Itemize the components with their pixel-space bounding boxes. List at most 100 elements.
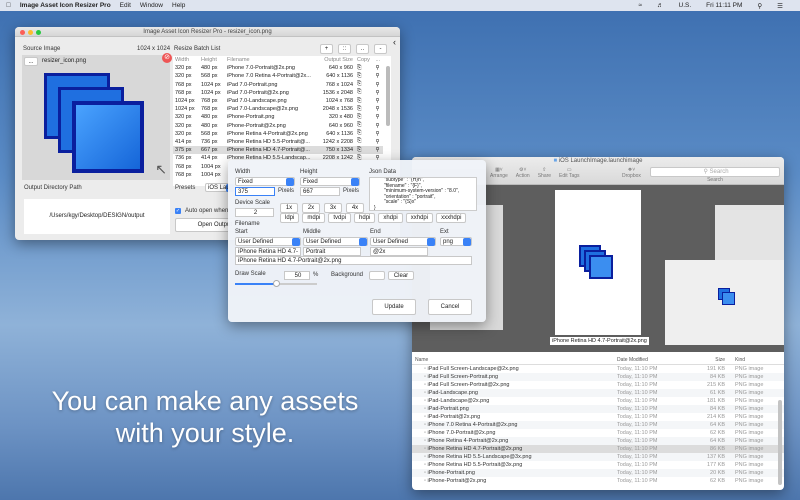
magnifier-icon[interactable]: ⚲: [374, 138, 383, 146]
magnifier-icon[interactable]: ⚲: [374, 146, 383, 154]
search-input[interactable]: ⚲ Search: [650, 167, 780, 177]
width-mode-select[interactable]: Fixed: [235, 177, 295, 186]
file-row[interactable]: ▫ iPad-Portrait.png Today, 11:10 PM 84 KB P…: [412, 405, 784, 413]
start-select[interactable]: User Defined: [235, 237, 301, 246]
mdpi-button[interactable]: mdpi: [302, 213, 326, 223]
col-height[interactable]: Height: [199, 56, 225, 64]
output-path[interactable]: /Users/kgy/Desktop/DESIGN/output: [24, 199, 170, 234]
file-row[interactable]: ▫ iPhone-Portrait@2x.png Today, 11:10 PM 6…: [412, 477, 784, 485]
scrollbar[interactable]: [386, 66, 390, 126]
file-row[interactable]: ▫ iPhone-Portrait.png Today, 11:10 PM 20 K…: [412, 469, 784, 477]
scrollbar[interactable]: [778, 400, 782, 485]
col-size[interactable]: Size: [697, 356, 725, 364]
copy-icon[interactable]: ⎘: [355, 113, 374, 121]
menu-app[interactable]: Image Asset Icon Resizer Pro: [20, 2, 111, 9]
table-row[interactable]: 375 px 667 px iPhone Retina HD 4.7-Portrai…: [173, 146, 383, 155]
json-textarea[interactable]: "subtype" : "{H}h", "filename" : "{F}", "m…: [369, 177, 477, 211]
xhdpi-button[interactable]: xhdpi: [378, 213, 403, 223]
cancel-button[interactable]: Cancel: [428, 299, 472, 315]
scale-4x-button[interactable]: 4x: [346, 203, 364, 213]
col-more[interactable]: ...: [374, 56, 383, 64]
table-row[interactable]: 320 px 480 px iPhone 7.0-Portrait@2x.png 64…: [173, 64, 383, 72]
copy-icon[interactable]: ⎘: [355, 89, 374, 97]
copy-icon[interactable]: ⎘: [355, 138, 374, 146]
file-row[interactable]: ▫ iPad Full Screen-Portrait.png Today, 11…: [412, 373, 784, 381]
height-mode-select[interactable]: Fixed: [300, 177, 360, 186]
file-row[interactable]: ▫ iPad-Portrait@2x.png Today, 11:10 PM 214…: [412, 413, 784, 421]
copy-icon[interactable]: ⎘: [355, 105, 374, 113]
close-button[interactable]: [20, 29, 25, 35]
file-row[interactable]: ▫ iPhone Retina 4-Portrait@2x.png Today, …: [412, 437, 784, 445]
more-button[interactable]: ..: [356, 44, 369, 54]
clear-button[interactable]: Clear: [388, 271, 414, 280]
start-input[interactable]: iPhone Retina HD 4.7-: [235, 247, 301, 256]
file-row[interactable]: ▫ iPad Full Screen-Landscape@2x.png Today…: [412, 365, 784, 373]
spotlight-icon[interactable]: ⚲: [757, 2, 762, 10]
width-input[interactable]: 375: [235, 187, 275, 196]
file-row[interactable]: ▫ iPhone Retina HD 5.5-Landscape@3x.png T…: [412, 453, 784, 461]
magnifier-icon[interactable]: ⚲: [374, 105, 383, 113]
background-color-well[interactable]: [369, 271, 385, 280]
scale-1x-button[interactable]: 1x: [280, 203, 298, 213]
middle-select[interactable]: User Defined: [303, 237, 368, 246]
auto-open-checkbox[interactable]: ✓: [175, 208, 181, 214]
col-name[interactable]: Name: [412, 356, 617, 364]
col-filename[interactable]: Filename: [225, 56, 317, 64]
menu-help[interactable]: Help: [172, 2, 185, 9]
file-row[interactable]: ▫ iPhone Retina HD 5.5-Portrait@3x.png To…: [412, 461, 784, 469]
magnifier-icon[interactable]: ⚲: [374, 97, 383, 105]
copy-icon[interactable]: ⎘: [355, 81, 374, 89]
xxxhdpi-button[interactable]: xxxhdpi: [436, 213, 467, 223]
table-row[interactable]: 320 px 568 px iPhone 7.0 Retina 4-Portrait…: [173, 72, 383, 80]
open-output-button[interactable]: Open Output: [175, 218, 235, 232]
table-row[interactable]: 320 px 568 px iPhone Retina 4-Portrait@2x.…: [173, 130, 383, 138]
table-row[interactable]: 768 px 1024 px iPad 7.0-Portrait@2x.png 153…: [173, 89, 383, 97]
action-button[interactable]: ⚙˅ Action: [516, 167, 530, 179]
magnifier-icon[interactable]: ⚲: [374, 81, 383, 89]
file-row[interactable]: ▫ iPhone 7.0-Portrait@2x.png Today, 11:10…: [412, 429, 784, 437]
ldpi-button[interactable]: ldpi: [280, 213, 300, 223]
edit-tags-button[interactable]: ▭ Edit Tags: [559, 167, 579, 179]
table-row[interactable]: 320 px 480 px iPhone-Portrait@2x.png 640 x …: [173, 122, 383, 130]
end-input[interactable]: @2x: [370, 247, 428, 256]
magnifier-icon[interactable]: ⚲: [374, 113, 383, 121]
source-image-well[interactable]: ... resizer_icon.png ↖: [22, 55, 170, 180]
magnifier-icon[interactable]: ⚲: [374, 72, 383, 80]
col-output[interactable]: Output Size: [317, 56, 355, 64]
remove-button[interactable]: -: [374, 44, 387, 54]
draw-scale-input[interactable]: 50: [284, 271, 310, 280]
file-row[interactable]: ▫ iPad Full Screen-Portrait@2x.png Today,…: [412, 381, 784, 389]
table-row[interactable]: 320 px 480 px iPhone-Portrait.png 320 x 480…: [173, 113, 383, 121]
grid-button[interactable]: ::: [338, 44, 351, 54]
scale-input[interactable]: 2: [235, 208, 274, 217]
copy-icon[interactable]: ⎘: [355, 122, 374, 130]
full-filename[interactable]: iPhone Retina HD 4.7-Portrait@2x.png: [235, 256, 472, 265]
copy-icon[interactable]: ⎘: [355, 97, 374, 105]
menu-window[interactable]: Window: [140, 2, 163, 9]
table-row[interactable]: 1024 px 768 px iPad 7.0-Landscape@2x.png 20…: [173, 105, 383, 113]
update-button[interactable]: Update: [372, 299, 416, 315]
file-row[interactable]: ▫ iPhone 7.0 Retina 4-Portrait@2x.png Tod…: [412, 421, 784, 429]
collapse-icon[interactable]: ‹: [393, 37, 396, 47]
table-row[interactable]: 768 px 1024 px iPad 7.0-Portrait.png 768 x …: [173, 81, 383, 89]
magnifier-icon[interactable]: ⚲: [374, 89, 383, 97]
scale-2x-button[interactable]: 2x: [302, 203, 320, 213]
file-row[interactable]: ▫ iPad-Landscape@2x.png Today, 11:10 PM 18…: [412, 397, 784, 405]
locale[interactable]: U.S.: [679, 2, 692, 10]
col-copy[interactable]: Copy: [355, 56, 374, 64]
middle-input[interactable]: Portrait: [303, 247, 361, 256]
clock[interactable]: Fri 11:11 PM: [706, 2, 742, 10]
menu-edit[interactable]: Edit: [120, 2, 131, 9]
col-date[interactable]: Date Modified: [617, 356, 697, 364]
wifi-icon[interactable]: ≈: [638, 2, 642, 10]
remove-icon[interactable]: ⊘: [162, 53, 172, 63]
end-select[interactable]: User Defined: [370, 237, 436, 246]
copy-icon[interactable]: ⎘: [355, 72, 374, 80]
minimize-button[interactable]: [28, 29, 33, 35]
copy-icon[interactable]: ⎘: [355, 64, 374, 72]
zoom-button[interactable]: [36, 29, 41, 35]
volume-icon[interactable]: ♬: [657, 2, 664, 10]
share-button[interactable]: ⇧ Share: [538, 167, 551, 179]
col-kind[interactable]: Kind: [725, 356, 745, 364]
thumbnail[interactable]: [665, 260, 784, 345]
